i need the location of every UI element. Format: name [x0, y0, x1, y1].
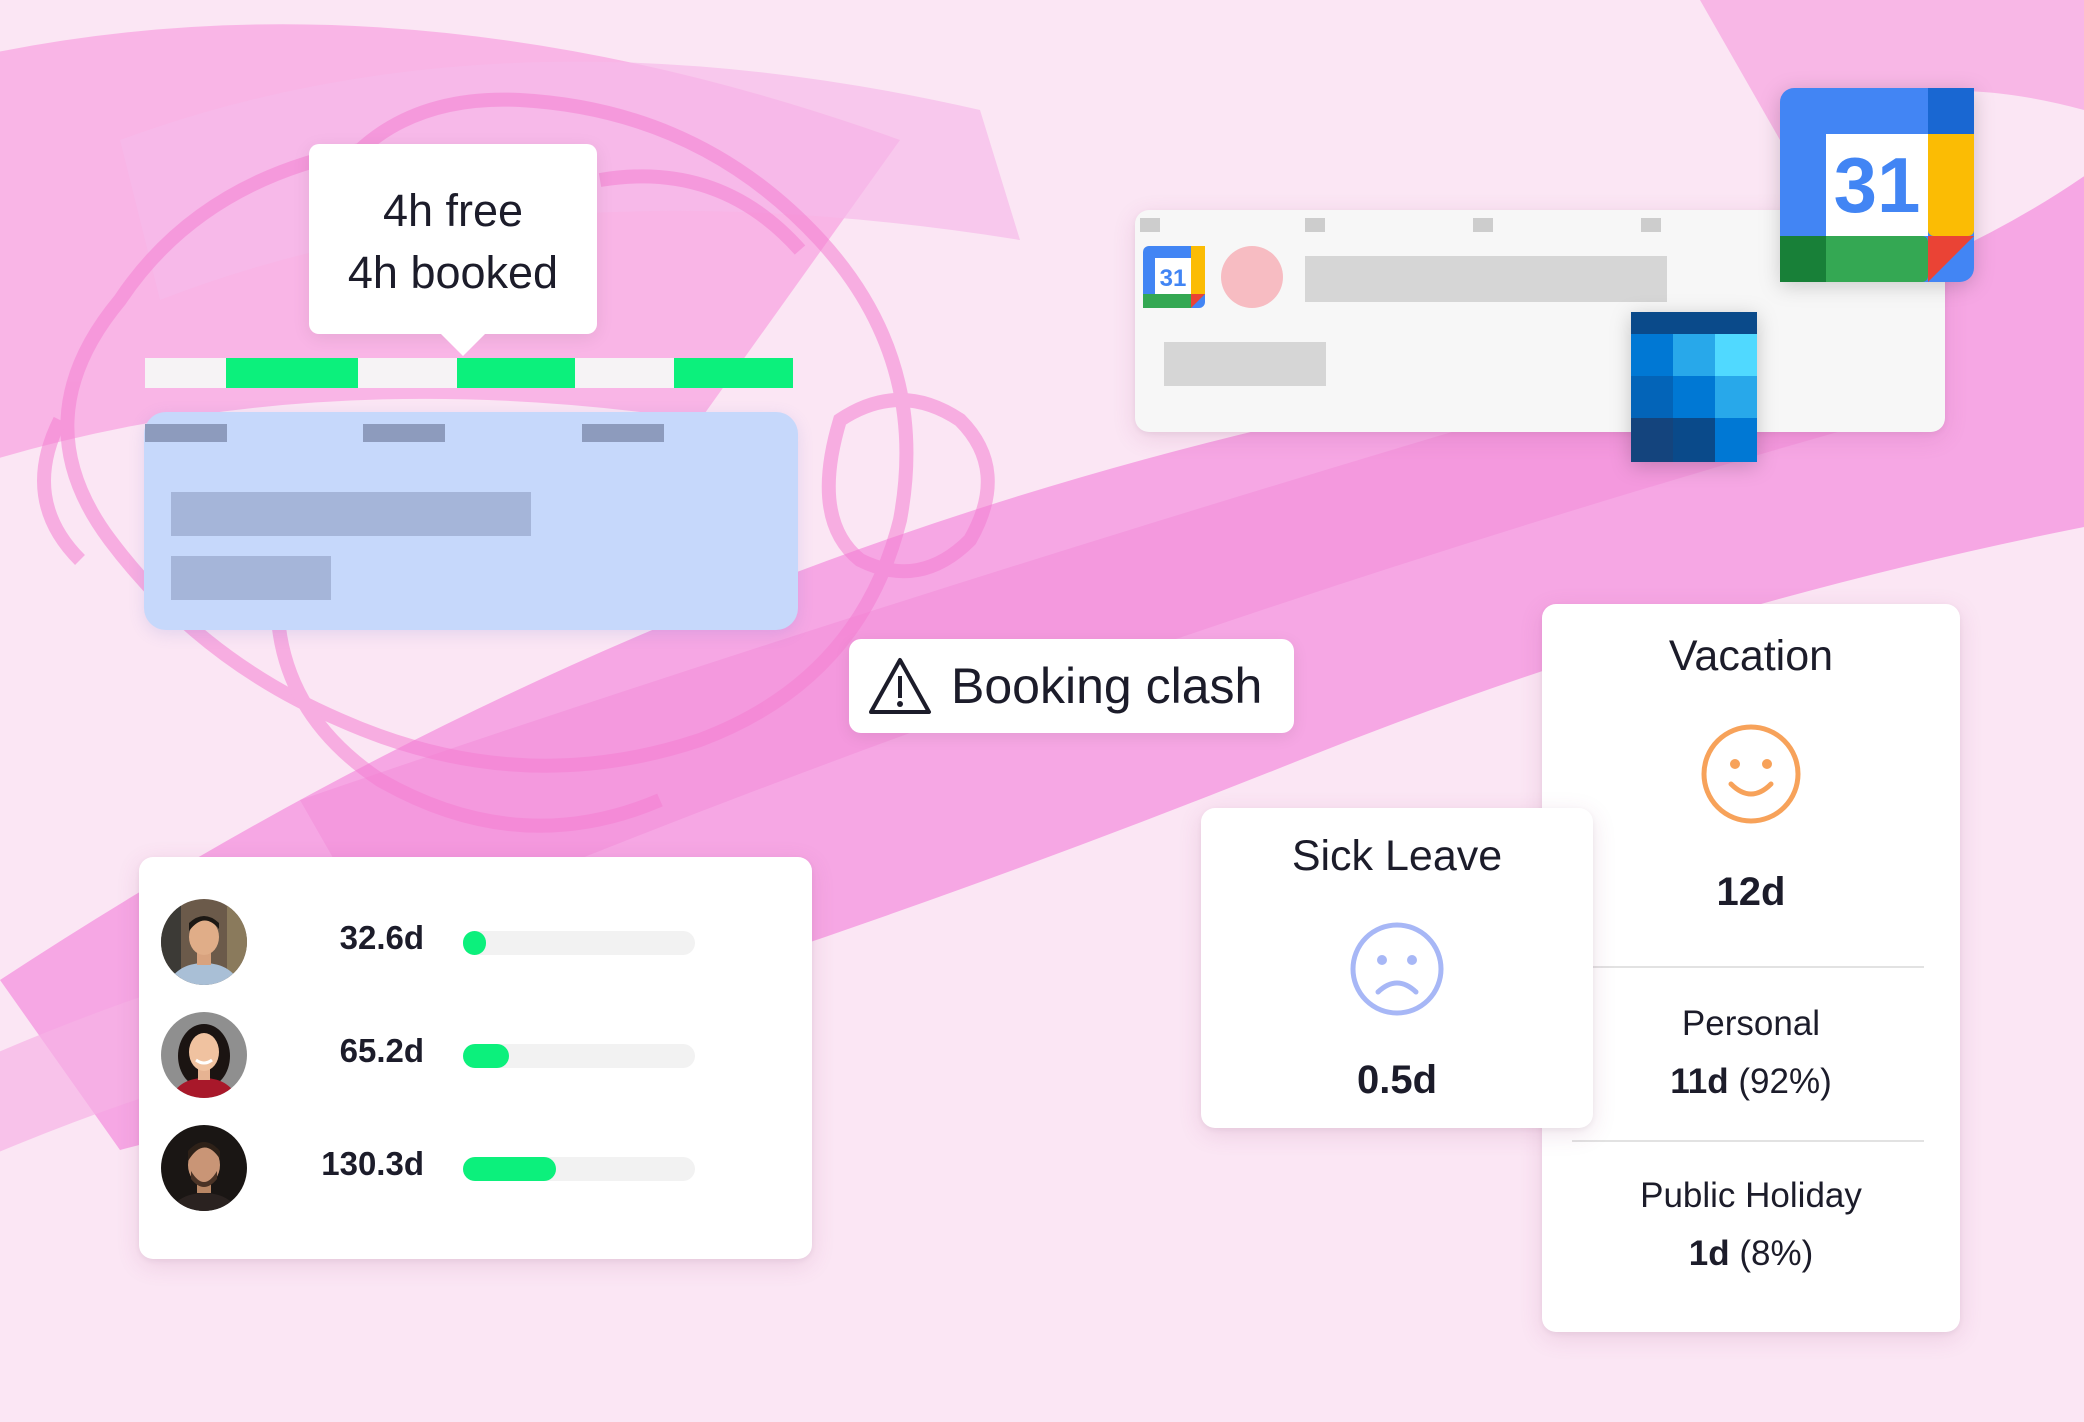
personal-leave-days: 11d: [1670, 1062, 1729, 1101]
sick-leave-title: Sick Leave: [1291, 832, 1503, 880]
utilization-bar-track: [463, 1044, 695, 1068]
capacity-timeline[interactable]: [145, 358, 793, 388]
personal-leave-value: 11d (92%): [1542, 1062, 1960, 1102]
booking-subtitle-placeholder: [171, 556, 331, 600]
calendar-tick: [1641, 218, 1661, 232]
utilization-days: 32.6d: [339, 919, 424, 956]
capacity-segment[interactable]: [457, 358, 575, 388]
google-calendar-large-icon: 31: [1780, 88, 1974, 282]
event-title-placeholder: [1305, 256, 1667, 302]
utilization-bar-fill: [463, 931, 487, 955]
sick-leave-total: 0.5d: [1356, 1058, 1438, 1102]
timeline-tick: [145, 424, 227, 442]
public-holiday-value: 1d (8%): [1542, 1234, 1960, 1274]
tooltip-free-text: 4h free: [382, 185, 524, 236]
booking-clash-alert[interactable]: Booking clash: [849, 639, 1294, 733]
utilization-bar-fill: [463, 1044, 510, 1068]
capacity-tooltip: 4h free 4h booked: [309, 144, 597, 356]
utilization-card: 32.6d 65.2d 130.3d: [139, 857, 812, 1259]
avatar: [161, 899, 247, 985]
calendar-tick: [1305, 218, 1325, 232]
public-holiday-days: 1d: [1688, 1234, 1730, 1273]
capacity-segment[interactable]: [226, 358, 358, 388]
calendar-tick: [1473, 218, 1493, 232]
google-calendar-large-number: 31: [1834, 141, 1921, 229]
utilization-days: 130.3d: [321, 1145, 424, 1182]
utilization-bar-track: [463, 931, 695, 955]
utilization-row[interactable]: 130.3d: [139, 1125, 812, 1215]
booking-title-placeholder: [171, 492, 531, 536]
public-holiday-percent: (8%): [1739, 1234, 1814, 1273]
avatar: [161, 1125, 247, 1211]
personal-leave-percent: (92%): [1738, 1062, 1832, 1101]
divider: [1572, 1140, 1924, 1142]
divider: [1580, 966, 1924, 968]
vacation-title: Vacation: [1668, 632, 1834, 680]
capacity-segment[interactable]: [674, 358, 793, 388]
microsoft-outlook-icon: [1631, 312, 1757, 462]
google-calendar-small-number: 31: [1160, 265, 1187, 292]
booking-card[interactable]: [144, 412, 798, 630]
vacation-card[interactable]: Vacation 12d Personal 11d (92%) Public H…: [1542, 604, 1960, 1332]
utilization-bar-track: [463, 1157, 695, 1181]
google-calendar-icon: 31: [1143, 246, 1205, 308]
utilization-bar-fill: [463, 1157, 556, 1181]
sick-leave-card[interactable]: Sick Leave 0.5d: [1201, 808, 1593, 1128]
timeline-tick: [363, 424, 445, 442]
warning-icon: [869, 658, 931, 714]
tooltip-booked-text: 4h booked: [347, 247, 559, 298]
calendar-tick: [1140, 218, 1160, 232]
personal-leave-label: Personal: [1681, 1004, 1821, 1043]
public-holiday-label: Public Holiday: [1640, 1176, 1862, 1215]
avatar: [161, 1012, 247, 1098]
utilization-days: 65.2d: [339, 1032, 424, 1069]
utilization-row[interactable]: 32.6d: [139, 899, 812, 989]
smiley-face-icon: [1701, 724, 1801, 824]
attendee-avatar: [1221, 246, 1283, 308]
booking-clash-label: Booking clash: [951, 658, 1263, 714]
sad-face-icon: [1350, 922, 1444, 1016]
timeline-tick: [582, 424, 664, 442]
event-time-placeholder: [1164, 342, 1326, 386]
utilization-row[interactable]: 65.2d: [139, 1012, 812, 1102]
vacation-total: 12d: [1716, 870, 1786, 914]
